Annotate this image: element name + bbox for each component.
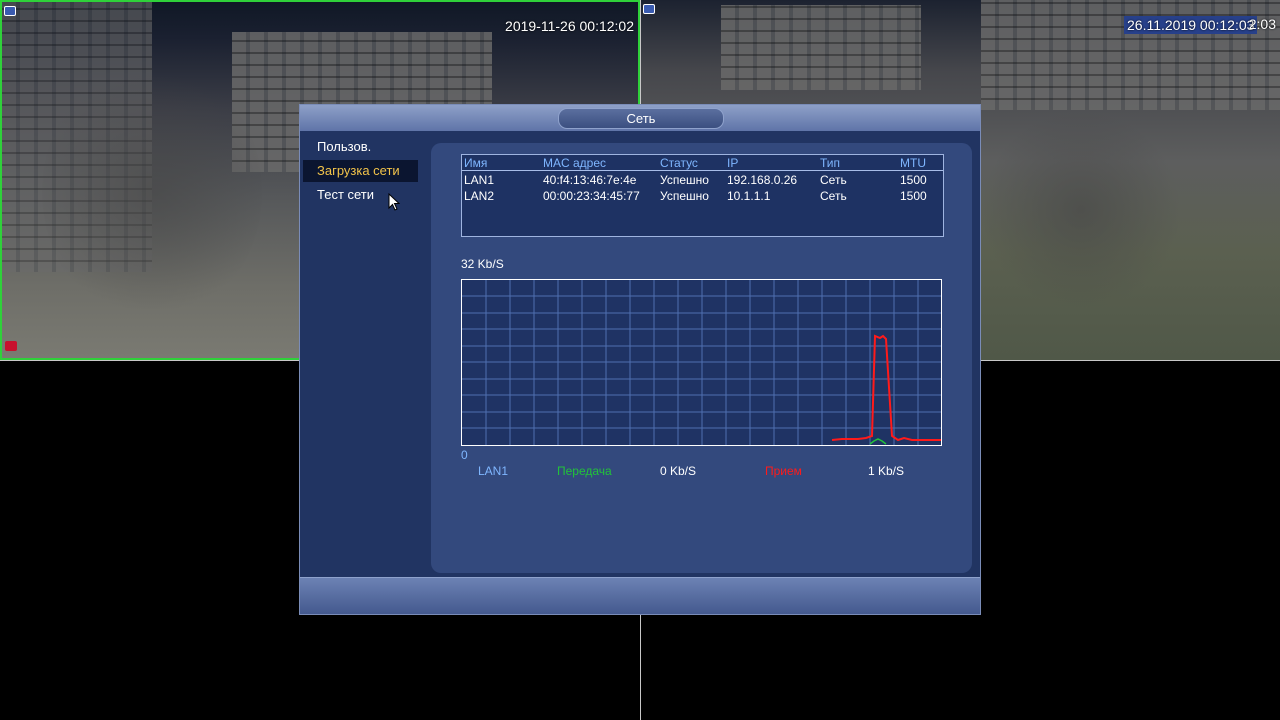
record-icon bbox=[5, 341, 17, 351]
sidebar-item-label: Загрузка сети bbox=[317, 163, 400, 178]
cell-mtu: 1500 bbox=[900, 173, 927, 187]
cell-type: Сеть bbox=[820, 189, 847, 203]
header-mac: MAC адрес bbox=[543, 156, 607, 170]
legend-interface: LAN1 bbox=[478, 464, 509, 478]
cell-mac: 40:f4:13:46:7e:4e bbox=[543, 173, 637, 187]
cell-mtu: 1500 bbox=[900, 189, 927, 203]
header-type: Тип bbox=[820, 156, 841, 170]
header-status: Статус bbox=[660, 156, 698, 170]
legend-recv-value: 1 Kb/S bbox=[868, 464, 905, 478]
dialog-title: Сеть bbox=[558, 108, 724, 129]
dialog-footer bbox=[300, 577, 980, 614]
sidebar-item-network-test[interactable]: Тест сети bbox=[303, 184, 418, 206]
cell-status: Успешно bbox=[660, 173, 709, 187]
camera-1-timestamp: 2019-11-26 00:12:02 bbox=[505, 18, 634, 34]
graph-min-label: 0 bbox=[461, 448, 468, 462]
recv-series-line bbox=[831, 334, 941, 442]
camera-status-icon bbox=[4, 6, 16, 16]
cell-name: LAN1 bbox=[464, 173, 495, 187]
dialog-header: Сеть bbox=[300, 105, 980, 131]
sidebar-item-label: Пользов. bbox=[317, 139, 372, 154]
cell-mac: 00:00:23:34:45:77 bbox=[543, 189, 640, 203]
sidebar-item-users[interactable]: Пользов. bbox=[303, 136, 418, 158]
cell-ip: 192.168.0.26 bbox=[727, 173, 798, 187]
network-dialog: Сеть Пользов. Загрузка сети Тест сети Им… bbox=[299, 104, 981, 615]
content-panel: Имя MAC адрес Статус IP Тип MTU LAN1 40:… bbox=[431, 143, 972, 573]
table-header: Имя MAC адрес Статус IP Тип MTU bbox=[462, 155, 943, 171]
mouse-cursor-icon bbox=[388, 193, 400, 211]
legend-send-label: Передача bbox=[557, 464, 612, 478]
table-row[interactable]: LAN2 00:00:23:34:45:77 Успешно 10.1.1.1 … bbox=[462, 188, 943, 204]
sidebar-item-network-load[interactable]: Загрузка сети bbox=[303, 160, 418, 182]
header-name: Имя bbox=[464, 156, 488, 170]
send-series-line bbox=[869, 438, 887, 445]
graph-max-label: 32 Kb/S bbox=[461, 257, 504, 271]
camera-2-timestamp: 26.11.2019 00:12:03 bbox=[1124, 16, 1258, 34]
cell-name: LAN2 bbox=[464, 189, 495, 203]
camera-status-icon bbox=[643, 4, 655, 14]
traffic-graph bbox=[461, 279, 942, 446]
cell-type: Сеть bbox=[820, 173, 847, 187]
traffic-graph-svg bbox=[462, 280, 941, 445]
cell-status: Успешно bbox=[660, 189, 709, 203]
header-mtu: MTU bbox=[900, 156, 926, 170]
table-row[interactable]: LAN1 40:f4:13:46:7e:4e Успешно 192.168.0… bbox=[462, 172, 943, 188]
network-table: Имя MAC адрес Статус IP Тип MTU LAN1 40:… bbox=[461, 154, 944, 237]
camera-2-timestamp-tail: 2:03 bbox=[1248, 16, 1276, 32]
cell-ip: 10.1.1.1 bbox=[727, 189, 771, 203]
sidebar-item-label: Тест сети bbox=[317, 187, 375, 202]
legend-send-value: 0 Kb/S bbox=[660, 464, 697, 478]
header-ip: IP bbox=[727, 156, 739, 170]
legend-recv-label: Прием bbox=[765, 464, 802, 478]
